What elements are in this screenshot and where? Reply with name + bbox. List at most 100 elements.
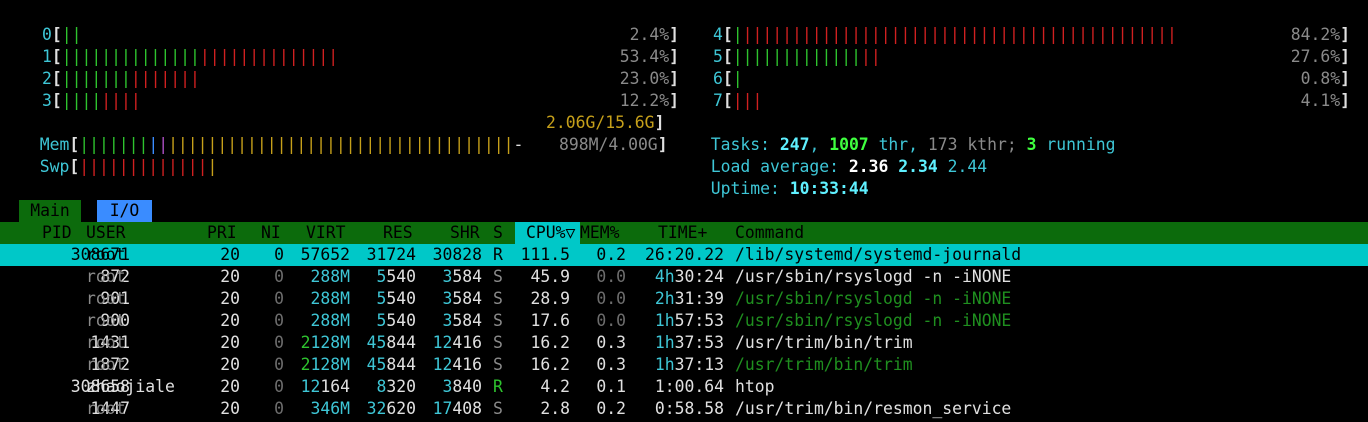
cell-cpu: 2.8	[540, 399, 570, 418]
load-average-line: Load average: 2.36 2.34 2.44	[710, 157, 988, 176]
cell-res: 32620	[366, 399, 416, 418]
cell-virt: 57652	[300, 245, 350, 264]
cell-cpu: 4.2	[540, 377, 570, 396]
cpu-meter-2: 2[||||||||||||||	[42, 69, 200, 88]
cpu-id: 0	[42, 25, 52, 44]
column-header: PID USER PRI NI VIRT RES SHR S CPU%▽ MEM…	[0, 222, 1368, 244]
cell-virt: 288M	[310, 289, 350, 308]
cell-ni: 0	[274, 267, 284, 286]
cell-cpu: 111.5	[520, 245, 570, 264]
col-state[interactable]: S	[493, 222, 503, 244]
cell-cmd: /usr/sbin/rsyslogd -n -iNONE	[735, 311, 1012, 330]
cell-time: 1h37:53	[654, 333, 724, 352]
process-row[interactable]: 901 root 20 0 288M 5540 3584 S 28.9 0.0 2h31:39/us…	[0, 288, 1368, 310]
cell-virt: 2128M	[300, 333, 350, 352]
cpu-percent: 12.2%	[619, 91, 670, 110]
swp-value: 898M/4.00G	[559, 135, 658, 154]
cell-cmd: /usr/sbin/rsyslogd -n -iNONE	[735, 289, 1012, 308]
cell-time: 26:20.22	[645, 245, 724, 264]
col-pid[interactable]: PID	[42, 222, 72, 244]
cell-virt: 288M	[310, 311, 350, 330]
cell-time: 1h37:13	[654, 355, 724, 374]
cell-mem: 0.2	[596, 245, 626, 264]
cell-user: root	[86, 355, 126, 374]
cell-s: S	[493, 311, 503, 330]
running-count: 3	[1026, 135, 1037, 154]
cell-shr: 12416	[432, 355, 482, 374]
cell-virt: 288M	[310, 267, 350, 286]
cell-cpu: 16.2	[530, 355, 570, 374]
cell-s: S	[493, 267, 503, 286]
cpu-meter-1: 1[||||||||||||||||||||||||||||	[42, 47, 339, 66]
cell-pri: 20	[220, 311, 240, 330]
cell-mem: 0.0	[596, 289, 626, 308]
swp-meter: Swp[||||||||||||||	[39, 157, 218, 176]
col-pri[interactable]: PRI	[207, 222, 237, 244]
cell-time: 4h30:24	[654, 267, 724, 286]
cell-mem: 0.2	[596, 399, 626, 418]
cell-ni: 0	[274, 311, 284, 330]
cell-pri: 20	[220, 399, 240, 418]
process-row[interactable]: 1431 root 20 0 2128M 45844 12416 S 16.2 0.3 1h37:5…	[0, 332, 1368, 354]
cell-mem: 0.1	[596, 377, 626, 396]
col-cpu[interactable]: CPU%▽	[515, 222, 580, 244]
col-mem[interactable]: MEM%	[580, 222, 619, 244]
col-user[interactable]: USER	[86, 222, 125, 244]
cell-time: 2h31:39	[654, 289, 724, 308]
process-row[interactable]: 1872 root 20 0 2128M 45844 12416 S 16.2 0.3 1h37:1…	[0, 354, 1368, 376]
col-ni[interactable]: NI	[261, 222, 281, 244]
cell-time: 1h57:53	[654, 311, 724, 330]
mem-value: 2.06G/15.6G	[546, 113, 655, 132]
cpu-percent: 23.0%	[619, 69, 670, 88]
col-virt[interactable]: VIRT	[306, 222, 345, 244]
cell-user: root	[86, 311, 126, 330]
cell-cmd: /usr/trim/bin/trim	[735, 355, 913, 374]
col-command[interactable]: Command	[735, 222, 804, 244]
col-shr[interactable]: SHR	[450, 222, 480, 244]
cpu-meter-4: 4[||||||||||||||||||||||||||||||||||||||…	[713, 25, 1177, 44]
cell-shr: 17408	[432, 399, 482, 418]
cell-mem: 0.3	[596, 333, 626, 352]
cell-s: S	[493, 289, 503, 308]
cell-pri: 20	[220, 289, 240, 308]
cell-s: R	[493, 377, 503, 396]
cell-ni: 0	[274, 399, 284, 418]
cell-user: zhaojiale	[86, 377, 175, 396]
tab-main[interactable]: Main	[19, 200, 81, 222]
process-row[interactable]: 308671 root 20 0 57652 31724 30828 R 111.5 0.2 26:…	[0, 244, 1368, 266]
process-row[interactable]: 872 root 20 0 288M 5540 3584 S 45.9 0.0 4h30:24/us…	[0, 266, 1368, 288]
cell-ni: 0	[274, 333, 284, 352]
uptime-line: Uptime: 10:33:44	[710, 179, 869, 198]
cpu-percent: 27.6%	[1290, 47, 1341, 66]
cell-res: 5540	[376, 311, 416, 330]
cell-res: 5540	[376, 267, 416, 286]
cell-shr: 3840	[442, 377, 482, 396]
mem-meter: Mem[||||||||||||||||||||||||||||||||||||…	[39, 135, 524, 154]
process-row[interactable]: 900 root 20 0 288M 5540 3584 S 17.6 0.0 1h57:53/us…	[0, 310, 1368, 332]
load-15: 2.44	[947, 157, 988, 176]
col-res[interactable]: RES	[383, 222, 413, 244]
cpu-meter-6: 6[|	[713, 69, 743, 88]
col-time[interactable]: TIME+	[658, 222, 707, 244]
cell-cpu: 28.9	[530, 289, 570, 308]
cell-cmd: htop	[735, 377, 775, 396]
cell-res: 8320	[376, 377, 416, 396]
cell-s: S	[493, 399, 503, 418]
cell-res: 31724	[366, 245, 416, 264]
process-row[interactable]: 308658 zhaojiale 20 0 12164 8320 3840 R 4.2 0.1 1:…	[0, 376, 1368, 398]
cell-mem: 0.0	[596, 267, 626, 286]
cell-mem: 0.3	[596, 355, 626, 374]
cell-user: root	[86, 289, 126, 308]
cpu-percent: 2.4%	[629, 25, 670, 44]
cell-pri: 20	[220, 245, 240, 264]
tab-io[interactable]: I/O	[97, 200, 152, 222]
cell-pri: 20	[220, 267, 240, 286]
swp-label: Swp	[39, 157, 70, 176]
cpu-id: 1	[42, 47, 52, 66]
process-row[interactable]: 1447 root 20 0 346M 32620 17408 S 2.8 0.2 0:58.58/…	[0, 398, 1368, 420]
cell-shr: 3584	[442, 267, 482, 286]
cell-time: 0:58.58	[654, 399, 724, 418]
cell-cpu: 17.6	[530, 311, 570, 330]
cell-cmd: /usr/trim/bin/trim	[735, 333, 913, 352]
cell-cpu: 45.9	[530, 267, 570, 286]
